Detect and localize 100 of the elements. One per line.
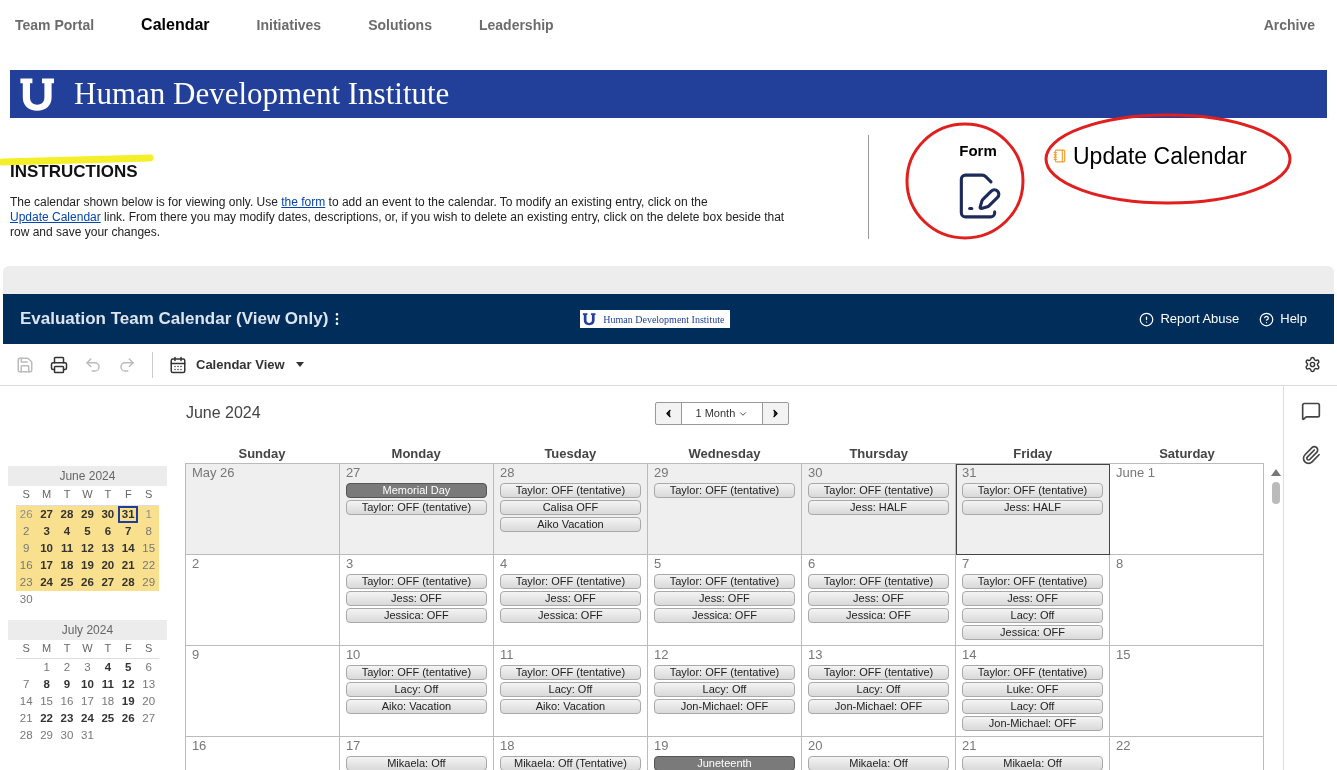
mini-calendar-day[interactable]: 29 [36, 727, 57, 744]
day-cell[interactable]: 28 Taylor: OFF (tentative) Calisa OFF Aiko Vacation [493, 464, 648, 555]
mini-calendar-day[interactable]: 27 [36, 505, 57, 523]
calendar-event[interactable]: Taylor: OFF (tentative) [345, 574, 487, 589]
calendar-event[interactable]: Mikaela: Off (Tentative) [499, 756, 641, 770]
calendar-event[interactable]: Lacy: Off [807, 682, 949, 697]
mini-calendar-day[interactable]: 30 [97, 505, 119, 523]
mini-calendar-day[interactable]: 23 [16, 573, 37, 591]
mini-calendar-day[interactable]: 7 [16, 676, 37, 693]
mini-calendar-day[interactable]: 15 [138, 539, 159, 557]
text-link[interactable]: the form [281, 195, 326, 209]
mini-calendar-day[interactable]: 4 [97, 659, 119, 676]
header-link[interactable]: Report Abuse [1139, 309, 1240, 329]
calendar-event[interactable]: Jess: OFF [962, 591, 1104, 606]
mini-calendar-day[interactable]: 3 [36, 522, 57, 540]
nav-link[interactable]: Team Portal [15, 14, 95, 36]
mini-calendar-day[interactable]: 22 [138, 556, 159, 574]
day-cell[interactable]: 5 Taylor: OFF (tentative) Jess: OFF Jessica: OFF [647, 555, 802, 646]
settings-icon[interactable] [1304, 356, 1321, 373]
mini-calendar-day[interactable]: 10 [77, 676, 98, 693]
mini-calendar-day[interactable]: 2 [56, 659, 78, 676]
mini-calendar-day[interactable]: 31 [118, 505, 139, 523]
calendar-event[interactable]: Juneteenth [653, 756, 795, 770]
calendar-event[interactable]: Mikaela: Off [962, 756, 1104, 770]
mini-calendar-day[interactable]: 27 [97, 573, 119, 591]
mini-calendar-day[interactable]: 29 [138, 573, 159, 591]
mini-calendar-day[interactable]: 23 [56, 710, 78, 727]
calendar-event[interactable]: Mikaela: Off [807, 756, 949, 770]
calendar-event[interactable]: Taylor: OFF (tentative) [807, 483, 949, 498]
day-cell[interactable]: 12 Taylor: OFF (tentative) Lacy: Off Jon-Michael: OFF [647, 646, 802, 737]
mini-calendar-day[interactable]: 18 [56, 556, 78, 574]
calendar-event[interactable]: Jess: OFF [499, 591, 641, 606]
calendar-event[interactable]: Taylor: OFF (tentative) [499, 483, 641, 498]
mini-calendar-day[interactable]: 26 [77, 573, 98, 591]
mini-calendar-day[interactable]: 15 [36, 693, 57, 710]
calendar-event[interactable]: Calisa OFF [499, 500, 641, 515]
mini-calendar-day[interactable]: 29 [77, 505, 98, 523]
mini-calendar-day[interactable]: 6 [138, 659, 159, 676]
mini-calendar-day[interactable]: 17 [36, 556, 57, 574]
calendar-event[interactable]: Lacy: Off [962, 608, 1104, 623]
mini-calendar-day[interactable]: 19 [118, 693, 139, 710]
mini-calendar-day[interactable]: 9 [56, 676, 78, 693]
calendar-event[interactable]: Jess: OFF [653, 591, 795, 606]
mini-calendar-day[interactable]: 25 [97, 710, 119, 727]
calendar-event[interactable]: Jessica: OFF [345, 608, 487, 623]
day-cell[interactable]: 8 [1110, 555, 1265, 646]
calendar-event[interactable]: Luke: OFF [962, 682, 1104, 697]
nav-link[interactable]: Solutions [368, 14, 432, 36]
mini-calendar-day[interactable]: 28 [16, 727, 37, 744]
day-cell[interactable]: 27 Memorial Day Taylor: OFF (tentative) [339, 464, 494, 555]
day-cell[interactable]: 3 Taylor: OFF (tentative) Jess: OFF Jessica: OFF [339, 555, 494, 646]
mini-calendar-day[interactable]: 28 [56, 505, 78, 523]
day-cell[interactable]: 10 Taylor: OFF (tentative) Lacy: Off Aiko: Vacation [339, 646, 494, 737]
print-icon[interactable] [50, 355, 68, 374]
mini-calendar-day[interactable]: 22 [36, 710, 57, 727]
mini-calendar-day[interactable]: 6 [97, 522, 119, 540]
nav-link[interactable]: Initiatives [256, 14, 322, 36]
mini-calendar-day[interactable]: 10 [36, 539, 57, 557]
mini-calendar-day[interactable]: 20 [138, 693, 159, 710]
mini-calendar-day[interactable]: 30 [56, 727, 78, 744]
day-cell[interactable]: June 1 [1110, 464, 1265, 555]
mini-calendar-day[interactable]: 24 [36, 573, 57, 591]
mini-calendar-day[interactable]: 28 [118, 573, 139, 591]
calendar-event[interactable]: Jess: HALF [807, 500, 949, 515]
calendar-view-dropdown[interactable]: Calendar View [169, 354, 304, 375]
mini-calendar-day[interactable]: 25 [56, 573, 78, 591]
day-cell[interactable]: 30 Taylor: OFF (tentative) Jess: HALF [801, 464, 956, 555]
mini-calendar-day[interactable]: 14 [16, 693, 37, 710]
calendar-event[interactable]: Taylor: OFF (tentative) [499, 665, 641, 680]
day-cell[interactable]: 4 Taylor: OFF (tentative) Jess: OFF Jessica: OFF [493, 555, 648, 646]
calendar-event[interactable]: Taylor: OFF (tentative) [807, 665, 949, 680]
calendar-event[interactable]: Jess: HALF [962, 500, 1104, 515]
calendar-event[interactable]: Taylor: OFF (tentative) [653, 574, 795, 589]
mini-calendar-day[interactable]: 7 [118, 522, 139, 540]
form-link[interactable]: Form [959, 140, 997, 163]
mini-calendar-day[interactable]: 8 [36, 676, 57, 693]
day-cell[interactable]: 14 Taylor: OFF (tentative) Luke: OFF Lacy: Off Jon-Michael: OFF [956, 646, 1111, 737]
calendar-event[interactable]: Lacy: Off [962, 699, 1104, 714]
attachment-icon[interactable] [1300, 445, 1321, 465]
header-link[interactable]: Help [1259, 309, 1307, 329]
mini-calendar-day[interactable]: 16 [16, 556, 37, 574]
calendar-event[interactable]: Memorial Day [345, 483, 487, 498]
day-cell[interactable]: 11 Taylor: OFF (tentative) Lacy: Off Aiko: Vacation [493, 646, 648, 737]
nav-link[interactable]: Archive [1263, 14, 1315, 36]
day-cell[interactable]: 9 [185, 646, 340, 737]
mini-calendar-day[interactable]: 1 [36, 659, 57, 676]
calendar-event[interactable]: Taylor: OFF (tentative) [962, 483, 1104, 498]
mini-calendar-day[interactable]: 8 [138, 522, 159, 540]
day-cell[interactable]: 2 [185, 555, 340, 646]
calendar-event[interactable]: Lacy: Off [499, 682, 641, 697]
mini-calendar-day[interactable]: 27 [138, 710, 159, 727]
calendar-event[interactable]: Lacy: Off [345, 682, 487, 697]
mini-calendar-day[interactable]: 11 [56, 539, 78, 557]
calendar-event[interactable]: Jessica: OFF [807, 608, 949, 623]
mini-calendar-day[interactable]: 3 [77, 659, 98, 676]
day-cell[interactable]: May 26 [185, 464, 340, 555]
calendar-event[interactable]: Taylor: OFF (tentative) [653, 665, 795, 680]
mini-calendar-day[interactable]: 4 [56, 522, 78, 540]
day-cell[interactable]: 7 Taylor: OFF (tentative) Jess: OFF Lacy: Off Jessica: OFF [956, 555, 1111, 646]
mini-calendar-day[interactable]: 20 [97, 556, 119, 574]
